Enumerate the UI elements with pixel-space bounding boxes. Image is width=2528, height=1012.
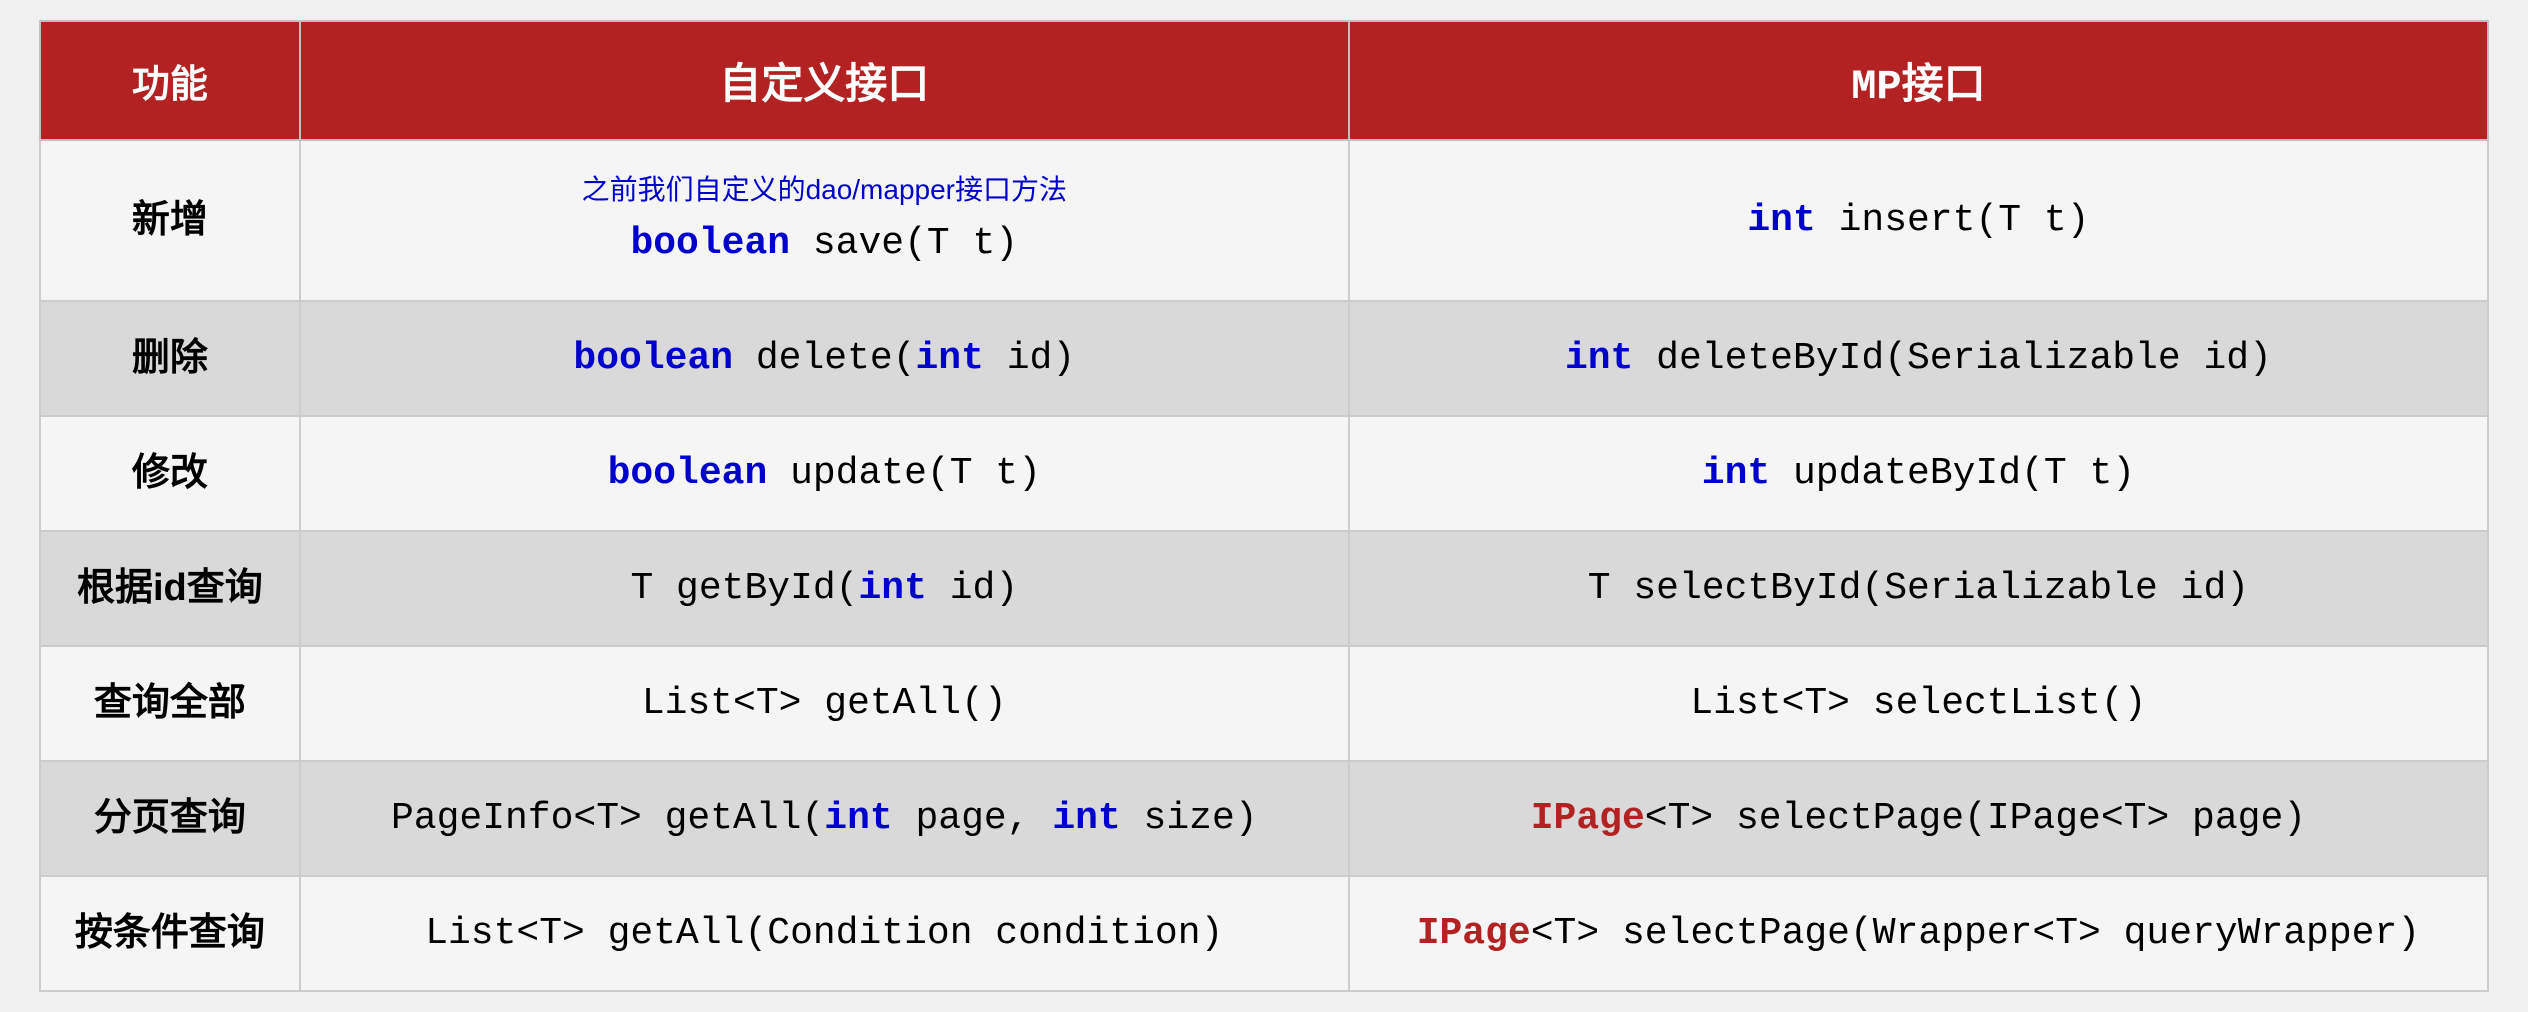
feature-cell: 根据id查询 [40, 531, 300, 646]
table-row: 查询全部List<T> getAll()List<T> selectList() [40, 646, 2488, 761]
header-feature: 功能 [40, 21, 300, 140]
table-row: 修改boolean update(T t)int updateById(T t) [40, 416, 2488, 531]
table-row: 删除boolean delete(int id)int deleteById(S… [40, 301, 2488, 416]
table-row: 分页查询PageInfo<T> getAll(int page, int siz… [40, 761, 2488, 876]
table-header-row: 功能 自定义接口 MP接口 [40, 21, 2488, 140]
header-custom-interface: 自定义接口 [300, 21, 1349, 140]
table-row: 新增之前我们自定义的dao/mapper接口方法boolean save(T t… [40, 140, 2488, 301]
custom-interface-cell: List<T> getAll(Condition condition) [300, 876, 1349, 991]
header-mp-interface: MP接口 [1349, 21, 2488, 140]
feature-cell: 新增 [40, 140, 300, 301]
custom-interface-cell: List<T> getAll() [300, 646, 1349, 761]
mp-interface-cell: T selectById(Serializable id) [1349, 531, 2488, 646]
feature-cell: 查询全部 [40, 646, 300, 761]
table-body: 新增之前我们自定义的dao/mapper接口方法boolean save(T t… [40, 140, 2488, 991]
feature-cell: 分页查询 [40, 761, 300, 876]
custom-interface-cell: PageInfo<T> getAll(int page, int size) [300, 761, 1349, 876]
custom-interface-cell: boolean update(T t) [300, 416, 1349, 531]
page-container: 功能 自定义接口 MP接口 新增之前我们自定义的dao/mapper接口方法bo… [0, 0, 2528, 1012]
mp-interface-cell: IPage<T> selectPage(Wrapper<T> queryWrap… [1349, 876, 2488, 991]
table-row: 按条件查询List<T> getAll(Condition condition)… [40, 876, 2488, 991]
feature-cell: 删除 [40, 301, 300, 416]
custom-interface-cell: boolean delete(int id) [300, 301, 1349, 416]
mp-interface-cell: int insert(T t) [1349, 140, 2488, 301]
mp-interface-cell: List<T> selectList() [1349, 646, 2488, 761]
mp-interface-cell: IPage<T> selectPage(IPage<T> page) [1349, 761, 2488, 876]
table-row: 根据id查询T getById(int id)T selectById(Seri… [40, 531, 2488, 646]
feature-cell: 修改 [40, 416, 300, 531]
feature-cell: 按条件查询 [40, 876, 300, 991]
mp-interface-cell: int deleteById(Serializable id) [1349, 301, 2488, 416]
custom-interface-cell: T getById(int id) [300, 531, 1349, 646]
annotation-text: 之前我们自定义的dao/mapper接口方法 [331, 169, 1318, 211]
mp-interface-cell: int updateById(T t) [1349, 416, 2488, 531]
custom-interface-cell: 之前我们自定义的dao/mapper接口方法boolean save(T t) [300, 140, 1349, 301]
comparison-table: 功能 自定义接口 MP接口 新增之前我们自定义的dao/mapper接口方法bo… [39, 20, 2489, 992]
